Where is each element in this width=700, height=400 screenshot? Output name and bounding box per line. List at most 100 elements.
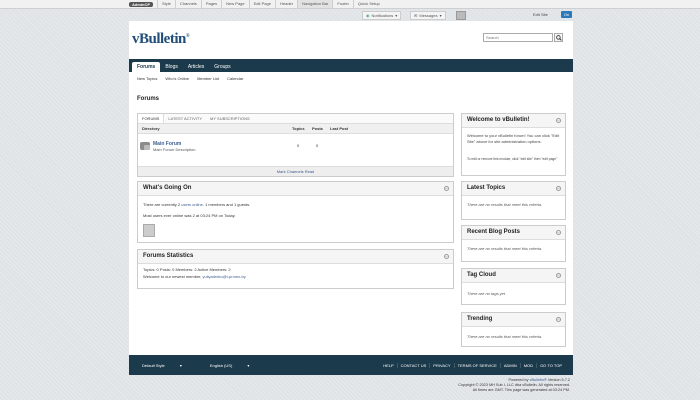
footer-link-go-to-top[interactable]: GO TO TOP [536,363,565,368]
footer-link-help[interactable]: HELP [380,363,396,368]
admin-bar: AdminCP Style Channels Pages New Page Ed… [0,0,700,9]
welcome-text: Welcome to your vBulletin forum! You can… [467,133,560,144]
footer-link-admin[interactable]: ADMIN [499,363,520,368]
admin-item-pages[interactable]: Pages [200,0,221,8]
online-summary: There are currently 2 users online. 1 me… [143,202,251,207]
welcome-hint: To edit or remove this module, click "ed… [467,157,558,161]
notifications-button[interactable]: ◉ Notifications ▾ [362,11,402,20]
col-last-post: Last Post [330,126,349,131]
collapse-icon[interactable]: − [444,254,449,259]
forum-statistics-block: Forums Statistics − Topics: 0 Posts: 0 M… [137,249,454,289]
admincp-button[interactable]: AdminCP [129,1,153,7]
forum-topics-count: 0 [297,143,300,148]
forum-posts-count: 0 [316,143,319,148]
tab-latest-activity[interactable]: LATEST ACTIVITY [164,114,206,123]
vbulletin-logo[interactable]: vBulletin® [132,31,190,48]
page-title: Forums [137,96,160,102]
admin-item-footer[interactable]: Footer [332,0,353,8]
edit-site-label: Edit Site [533,12,548,17]
messages-button[interactable]: ✉ Messages ▾ [410,11,446,20]
empty-message: There are no results that meet this crit… [467,202,543,207]
tab-articles[interactable]: Articles [183,62,209,72]
chevron-down-icon: ▾ [439,13,442,18]
collapse-icon[interactable]: − [556,317,561,322]
vbulletin-link[interactable]: vBulletin® [530,378,547,382]
site-header: vBulletin® Search [129,21,573,59]
search-button[interactable] [554,33,563,42]
search-icon [555,34,562,41]
bell-icon: ◉ [366,13,370,18]
search-input[interactable]: Search [483,33,553,42]
forums-block: FORUMS LATEST ACTIVITY MY SUBSCRIPTIONS … [137,113,454,177]
main-nav: Forums Blogs Articles Groups [129,59,573,72]
tab-forums-list[interactable]: FORUMS [138,114,165,123]
footer-link-privacy[interactable]: PRIVACY [429,363,453,368]
copyright-block: Powered by vBulletin® Version 5.7.2 Copy… [380,378,570,393]
col-posts: Posts [312,126,323,131]
tab-groups[interactable]: Groups [209,62,235,72]
tag-cloud-block: Tag Cloud − There are no tags yet [461,268,566,305]
whats-going-on-block: What's Going On − There are currently 2 … [137,181,454,243]
mark-channels-read-button[interactable]: Mark Channels Read [138,166,453,176]
footer-link-contact-us[interactable]: CONTACT US [396,363,430,368]
block-title: Trending [467,316,493,322]
edit-site-toggle[interactable]: On [561,11,572,18]
stats-line: Topics: 0 Posts: 0 Members: 2 Active Mem… [143,267,231,272]
tab-blogs[interactable]: Blogs [160,62,183,72]
forum-icon [140,142,150,150]
tab-my-subscriptions[interactable]: MY SUBSCRIPTIONS [206,114,254,123]
admin-item-header[interactable]: Header [274,0,297,8]
forum-table-header: Directory Topics Posts Last Post [138,124,453,134]
collapse-icon[interactable]: − [444,186,449,191]
block-title: Latest Topics [467,185,506,191]
admin-item-style[interactable]: Style [157,0,175,8]
empty-message: There are no results that meet this crit… [467,246,543,251]
admin-item-navigation-bar[interactable]: Navigation Bar [297,0,333,8]
user-avatar[interactable] [456,11,466,20]
subnav-member-list[interactable]: Member List [193,76,223,81]
language-selector[interactable]: English (US) ▾ [210,363,264,368]
newest-member-link[interactable]: yuliyadreko@i-promo.by [203,274,246,279]
chevron-down-icon: ▾ [395,13,398,18]
collapse-icon[interactable]: − [556,230,561,235]
chevron-down-icon: ▾ [247,363,250,368]
trending-block: Trending − There are no results that mee… [461,312,566,347]
welcome-block: Welcome to vBulletin! − Welcome to your … [461,113,566,176]
collapse-icon[interactable]: − [556,186,561,191]
table-row: Main Forum Main Forum Description 0 0 [138,134,453,159]
time-text: All times are GMT. This page was generat… [472,388,570,392]
block-title: Tag Cloud [467,272,496,278]
site-footer: Default Style ▾ English (US) ▾ HELP CONT… [129,355,573,375]
empty-message: There are no results that meet this crit… [467,334,543,339]
footer-link-terms[interactable]: TERMS OF SERVICE [453,363,500,368]
tab-forums[interactable]: Forums [132,62,161,72]
footer-link-mod[interactable]: MOD [519,363,536,368]
block-title: What's Going On [143,185,192,191]
most-online-text: Most users ever online was 2 at 03:24 PM… [143,213,236,218]
subnav-whos-online[interactable]: Who's Online [161,76,193,81]
user-bar: ◉ Notifications ▾ ✉ Messages ▾ Edit Site… [0,9,700,20]
admin-item-channels[interactable]: Channels [174,0,201,8]
online-user-avatar[interactable] [143,224,155,237]
newest-member-line: Welcome to our newest member, yuliyadrek… [143,274,246,279]
style-selector[interactable]: Default Style ▾ [142,363,196,368]
envelope-icon: ✉ [414,13,418,18]
block-title: Forums Statistics [143,253,194,259]
admin-item-edit-page[interactable]: Edit Page [248,0,275,8]
subnav-calendar[interactable]: Calendar [223,76,247,81]
block-title: Recent Blog Posts [467,229,521,235]
collapse-icon[interactable]: − [556,118,561,123]
forum-description: Main Forum Description [153,147,196,152]
latest-topics-block: Latest Topics − There are no results tha… [461,181,566,220]
block-title: Welcome to vBulletin! [467,117,530,123]
messages-label: Messages [419,13,438,18]
notifications-label: Notifications [371,13,394,18]
collapse-icon[interactable]: − [556,273,561,278]
admin-item-quick-setup[interactable]: Quick Setup [352,0,384,8]
admin-item-new-page[interactable]: New Page [221,0,248,8]
recent-blog-posts-block: Recent Blog Posts − There are no results… [461,225,566,262]
subnav-new-topics[interactable]: New Topics [133,76,161,81]
users-online-link[interactable]: users online [181,202,203,207]
col-directory: Directory [142,126,160,131]
empty-message: There are no tags yet [467,291,506,296]
